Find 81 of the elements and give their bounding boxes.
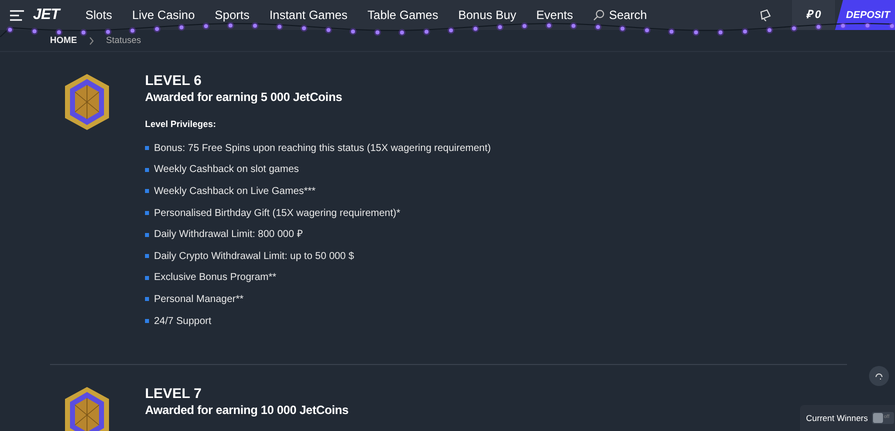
light-bulb-icon — [644, 26, 650, 34]
balance-panel[interactable]: ₽ 0 — [792, 0, 835, 30]
privilege-text: 24/7 Support — [154, 314, 212, 329]
bullet-icon — [145, 168, 149, 172]
logo[interactable]: JET — [33, 4, 60, 26]
light-bulb-icon — [619, 25, 626, 32]
light-bulb-icon — [56, 28, 62, 36]
privilege-text: Bonus: 75 Free Spins upon reaching this status (15X wagering requirement) — [154, 142, 491, 156]
bullet-icon — [145, 232, 149, 237]
nav-link[interactable]: Slots — [85, 6, 112, 24]
bullet-icon — [145, 254, 149, 258]
nav-link[interactable]: Table Games — [368, 6, 438, 24]
nav-link[interactable]: Live Casino — [132, 6, 195, 24]
breadcrumb-link[interactable]: HOME — [50, 34, 77, 48]
privilege-text: Weekly Cashback on slot games — [154, 163, 299, 178]
privileges-heading: Level Privileges: — [145, 118, 218, 131]
current-winners-label: Current Winners — [806, 412, 868, 424]
light-bulb-icon — [178, 24, 185, 31]
light-bulb-icon — [766, 26, 773, 34]
privilege-text: Personalised Birthday Gift (15X wagering requirement)* — [154, 206, 400, 221]
privilege-text: Exclusive Bonus Program** — [154, 271, 276, 286]
light-bulb-icon — [570, 22, 577, 30]
support-button[interactable] — [869, 366, 889, 386]
privilege-text: Daily Crypto Withdrawal Limit: up to 50 000 $ — [154, 250, 354, 264]
chevron-icon — [89, 36, 94, 44]
light-bulb-icon — [31, 28, 38, 35]
light-bulb-icon — [888, 22, 895, 30]
light-bulb-icon — [815, 23, 822, 30]
light-bulb-icon — [472, 25, 479, 32]
level-subtitle: Awarded for earning 5 000 JetCoins — [145, 89, 344, 105]
privilege-text: Personal Manager** — [154, 292, 244, 307]
light-bulb-icon — [276, 23, 283, 30]
light-bulb-icon — [864, 22, 871, 29]
light-bulb-icon — [840, 22, 846, 30]
nav-link[interactable]: Instant Games — [269, 6, 348, 24]
deposit-button[interactable]: DEPOSIT — [835, 0, 895, 30]
nav-link[interactable]: Events — [536, 6, 573, 24]
nav-link[interactable]: Sports — [214, 6, 250, 24]
light-bulb-icon — [448, 26, 454, 34]
privilege-text: Daily Withdrawal Limit: 800 000 ₽ — [154, 228, 303, 242]
light-bulb-icon — [594, 24, 602, 30]
light-bulb-icon — [423, 28, 430, 36]
light-bulb-icon — [717, 28, 724, 36]
light-bulb-icon — [790, 24, 798, 32]
light-bulb-icon — [692, 28, 700, 36]
search-button[interactable]: Search — [592, 6, 647, 24]
level-title: LEVEL 7 — [145, 384, 203, 402]
light-bulb-icon — [496, 24, 504, 31]
light-bulb-icon — [374, 28, 381, 36]
privilege-text: Weekly Cashback on Live Games*** — [154, 184, 316, 199]
light-bulb-icon — [546, 22, 552, 29]
light-bulb-icon — [398, 28, 406, 36]
light-bulb-icon — [742, 28, 748, 36]
search-icon — [592, 9, 605, 21]
light-bulb-icon — [300, 24, 308, 32]
light-bulb-icon — [521, 22, 528, 30]
light-bulb-icon — [202, 22, 210, 30]
menu-icon[interactable] — [10, 10, 24, 20]
light-bulb-icon — [129, 27, 136, 34]
badge-drawing — [62, 384, 112, 431]
light-bulb-icon — [325, 26, 332, 34]
light-bulb-icon — [227, 22, 234, 30]
level-subtitle: Awarded for earning 10 000 JetCoins — [145, 402, 349, 418]
bullet-icon — [145, 189, 149, 194]
bullet-icon — [145, 211, 149, 216]
breadcrumb-current: Statuses — [106, 34, 142, 47]
bullet-icon — [145, 319, 149, 324]
badge-drawing — [62, 72, 112, 132]
bullet-icon — [145, 146, 149, 150]
light-bulb-icon — [104, 28, 112, 36]
bullet-icon — [145, 297, 149, 302]
level-title: LEVEL 6 — [145, 72, 203, 89]
nav-link[interactable]: Bonus Buy — [458, 6, 516, 24]
light-bulb-icon — [6, 26, 14, 34]
balance: ₽ 0 — [806, 8, 821, 23]
light-bulb-icon — [668, 28, 675, 36]
light-bulb-icon — [154, 26, 160, 32]
light-bulb-icon — [252, 22, 258, 30]
light-bulb-icon — [350, 28, 356, 35]
bullet-icon — [145, 276, 149, 280]
light-bulb-icon — [80, 28, 87, 36]
